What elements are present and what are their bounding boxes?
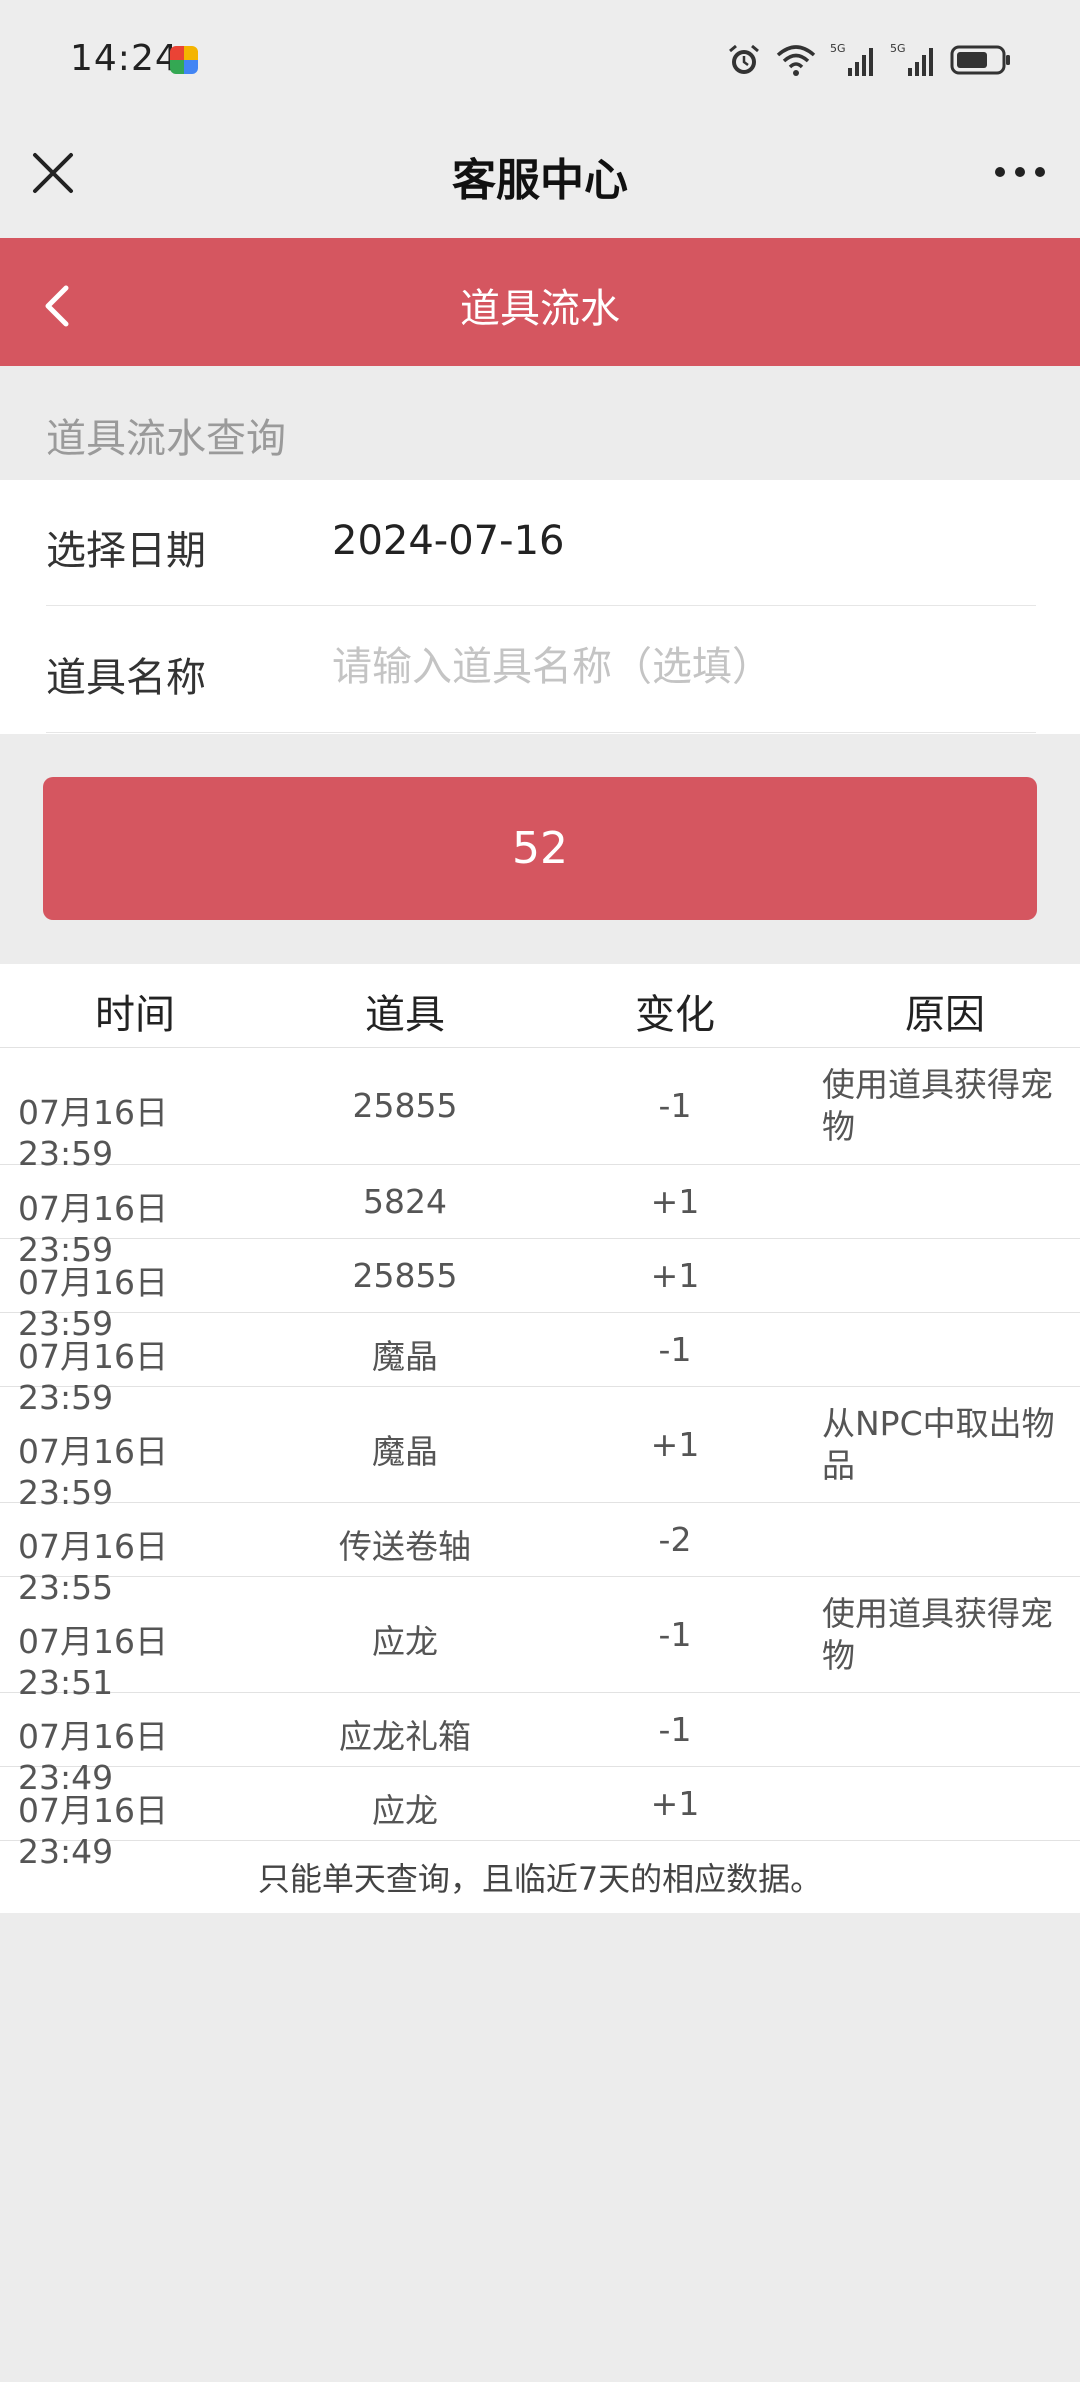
item-name-row: 道具名称 xyxy=(46,607,1036,733)
cell-item: 传送卷轴 xyxy=(339,1527,471,1566)
cell-time: 07月16日 23:59 xyxy=(18,1093,168,1173)
cell-item: 应龙礼箱 xyxy=(339,1717,471,1756)
item-name-label: 道具名称 xyxy=(46,655,206,701)
cell-time: 07月16日 23:59 xyxy=(18,1432,168,1512)
cell-item: 魔晶 xyxy=(372,1337,438,1376)
more-icon[interactable] xyxy=(994,160,1046,184)
cell-change: +1 xyxy=(650,1182,700,1221)
item-flow-table: 时间 道具 变化 原因 07月16日 23:59 25855 -1 使用道具获得… xyxy=(0,964,1080,1913)
cell-item: 5824 xyxy=(363,1182,447,1221)
cell-item: 应龙 xyxy=(372,1622,438,1661)
date-label: 选择日期 xyxy=(46,528,206,574)
signal-5g-icon: 5G xyxy=(890,42,933,76)
table-row: 07月16日 23:59 25855 +1 xyxy=(0,1239,1080,1343)
cell-item: 应龙 xyxy=(372,1791,438,1830)
table-row: 07月16日 23:59 5824 +1 xyxy=(0,1165,1080,1269)
page-nav-bar: 道具流水 xyxy=(0,238,1080,366)
cell-item: 25855 xyxy=(352,1256,458,1295)
cell-change: -1 xyxy=(658,1086,692,1125)
cell-reason: 使用道具获得宠物 xyxy=(822,1594,1053,1675)
app-notification-icon xyxy=(170,46,198,74)
cell-change: +1 xyxy=(650,1425,700,1464)
column-header-change: 变化 xyxy=(635,992,715,1038)
date-row[interactable]: 选择日期 2024-07-16 xyxy=(46,480,1036,606)
table-row: 07月16日 23:55 传送卷轴 -2 xyxy=(0,1503,1080,1607)
table-row: 07月16日 23:51 应龙 -1 使用道具获得宠物 xyxy=(0,1577,1080,1702)
column-header-item: 道具 xyxy=(365,992,445,1038)
wifi-icon xyxy=(776,45,816,76)
cell-time: 07月16日 23:49 xyxy=(18,1791,168,1871)
svg-text:5G: 5G xyxy=(890,42,906,55)
signal-5g-icon: 5G xyxy=(830,42,873,76)
cell-time: 07月16日 23:51 xyxy=(18,1622,168,1702)
cell-change: -1 xyxy=(658,1615,692,1654)
cell-change: +1 xyxy=(650,1256,700,1295)
app-header: 客服中心 xyxy=(0,120,1080,238)
date-picker[interactable]: 2024-07-16 xyxy=(332,518,564,564)
cell-reason: 从NPC中取出物品 xyxy=(822,1404,1055,1485)
status-icons: 5G 5G xyxy=(726,40,1012,80)
cell-change: -1 xyxy=(658,1710,692,1749)
table-row: 07月16日 23:59 魔晶 -1 xyxy=(0,1313,1080,1417)
cell-reason: 使用道具获得宠物 xyxy=(822,1065,1053,1146)
page-title: 道具流水 xyxy=(460,286,620,332)
table-row: 07月16日 23:59 25855 -1 使用道具获得宠物 xyxy=(0,1048,1080,1173)
cell-item: 魔晶 xyxy=(372,1432,438,1471)
table-row: 07月16日 23:49 应龙 +1 xyxy=(0,1767,1080,1871)
cell-change: -2 xyxy=(658,1520,692,1559)
query-button[interactable]: 52 xyxy=(43,777,1037,920)
battery-icon xyxy=(950,45,1010,75)
query-form: 选择日期 2024-07-16 道具名称 xyxy=(0,480,1080,734)
column-header-reason: 原因 xyxy=(905,992,985,1038)
cell-change: -1 xyxy=(658,1330,692,1369)
status-time: 14:24 xyxy=(70,38,179,79)
table-row: 07月16日 23:49 应龙礼箱 -1 xyxy=(0,1693,1080,1797)
cell-item: 25855 xyxy=(352,1086,458,1125)
section-label: 道具流水查询 xyxy=(46,416,286,462)
column-header-time: 时间 xyxy=(95,992,175,1038)
item-name-input[interactable] xyxy=(332,635,1012,699)
status-bar: 14:24 5G 5G xyxy=(0,0,1080,120)
header-title: 客服中心 xyxy=(452,155,628,206)
svg-text:5G: 5G xyxy=(830,42,846,55)
table-header: 时间 道具 变化 原因 xyxy=(0,964,1080,1048)
table-row: 07月16日 23:59 魔晶 +1 从NPC中取出物品 xyxy=(0,1387,1080,1512)
cell-change: +1 xyxy=(650,1784,700,1823)
alarm-icon xyxy=(729,44,759,74)
